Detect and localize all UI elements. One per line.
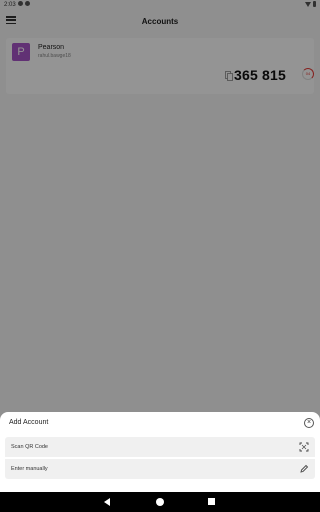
close-icon[interactable]: × <box>304 418 314 428</box>
sheet-title: Add Account <box>9 419 49 426</box>
enter-manually-label: Enter manually <box>11 466 48 472</box>
recents-icon[interactable] <box>208 498 215 505</box>
enter-manually-option[interactable]: Enter manually <box>5 459 315 479</box>
scan-qr-label: Scan QR Code <box>11 444 48 450</box>
scan-qr-option[interactable]: Scan QR Code <box>5 437 315 457</box>
home-icon[interactable] <box>156 498 164 506</box>
add-account-sheet: Add Account × Scan QR Code Enter manuall… <box>0 412 320 492</box>
pencil-icon <box>300 464 309 473</box>
system-nav-bar <box>0 492 320 512</box>
qr-scan-icon <box>299 442 309 452</box>
back-icon[interactable] <box>104 498 110 506</box>
